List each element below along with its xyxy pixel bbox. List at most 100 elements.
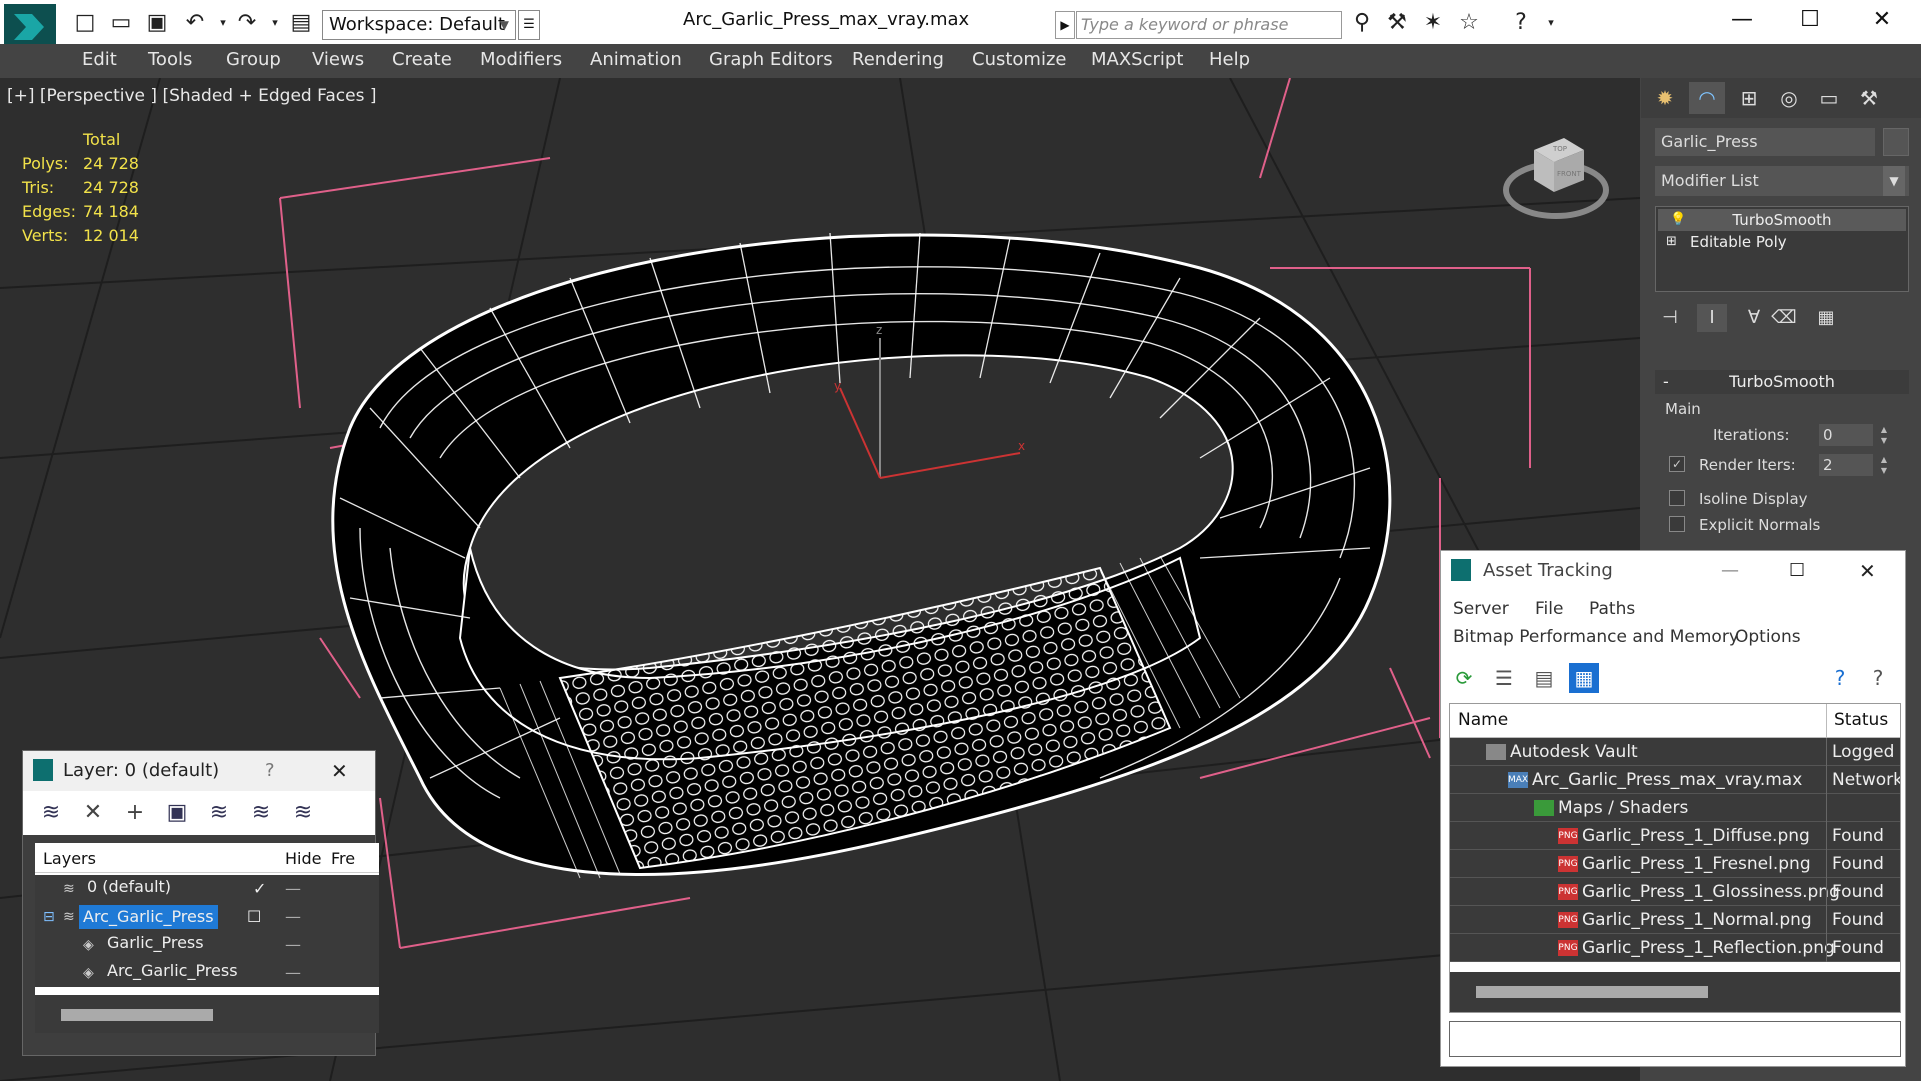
object-color-swatch[interactable] <box>1883 128 1909 156</box>
modifier-list-dropdown[interactable]: Modifier List ▼ <box>1655 166 1909 196</box>
modify-tab-icon[interactable]: ◠ <box>1689 82 1725 114</box>
menu-paths[interactable]: Paths <box>1589 599 1635 619</box>
configure-sets-icon[interactable]: ▦ <box>1811 304 1841 332</box>
list-view-icon[interactable]: ☰ <box>1489 663 1519 693</box>
highlight-layer-icon[interactable]: ≋ <box>205 799 233 827</box>
iterations-spinner[interactable]: ▲ ▼ <box>1877 424 1891 446</box>
column-freeze[interactable]: Fre <box>331 849 355 868</box>
column-hide[interactable]: Hide <box>285 849 321 868</box>
freeze-all-layers-icon[interactable]: ≋ <box>289 799 317 827</box>
render-iters-field[interactable]: 2 <box>1819 454 1873 476</box>
menu-file[interactable]: File <box>1535 599 1563 619</box>
lightbulb-icon[interactable]: 💡 <box>1670 209 1686 231</box>
scrollbar-thumb[interactable] <box>61 1009 213 1021</box>
column-name[interactable]: Name <box>1458 710 1508 730</box>
asset-row[interactable]: Autodesk Vault Logged Out <box>1450 738 1900 766</box>
layer-row[interactable]: ⊟ ≋ Arc_Garlic_Press ☐ — <box>35 903 379 931</box>
help-button[interactable]: ? <box>265 751 275 791</box>
iterations-field[interactable]: 0 <box>1819 424 1873 446</box>
column-status[interactable]: Status <box>1834 710 1888 730</box>
workspace-dropdown[interactable]: Workspace: Default ▼ <box>322 10 516 40</box>
set-current-layer-icon[interactable]: ☐ <box>247 903 261 931</box>
scrollbar-thumb[interactable] <box>1476 986 1708 998</box>
save-icon[interactable]: ▣ <box>144 10 170 36</box>
motion-tab-icon[interactable]: ◎ <box>1771 82 1807 114</box>
new-file-icon[interactable]: □ <box>72 10 98 36</box>
active-layer-check-icon[interactable]: ✓ <box>253 875 266 903</box>
hide-all-layers-icon[interactable]: ≋ <box>247 799 275 827</box>
hide-toggle[interactable]: — <box>285 875 301 903</box>
favorites-star-icon[interactable]: ☆ <box>1456 10 1482 36</box>
undo-dropdown-icon[interactable]: ▾ <box>210 10 236 36</box>
display-tab-icon[interactable]: ▭ <box>1811 82 1847 114</box>
hide-toggle[interactable]: — <box>285 931 301 959</box>
stack-item-turbosmooth[interactable]: 💡 TurboSmooth <box>1658 209 1906 231</box>
redo-icon[interactable]: ↷ <box>234 10 260 36</box>
expand-plus-icon[interactable]: ⊞ <box>1666 231 1677 253</box>
binoculars-icon[interactable]: ⚲ <box>1349 10 1375 36</box>
pin-stack-icon[interactable]: ⊣ <box>1655 304 1685 332</box>
collapse-minus-icon[interactable]: ⊟ <box>43 903 55 931</box>
object-name-field[interactable]: Garlic_Press <box>1655 128 1875 156</box>
help-icon[interactable]: ? <box>1508 10 1534 36</box>
table-view-icon[interactable]: ▦ <box>1569 663 1599 693</box>
layer-window-titlebar[interactable]: Layer: 0 (default) ? ✕ <box>23 751 375 791</box>
close-icon[interactable]: ✕ <box>331 751 348 791</box>
tools-icon[interactable]: ⚒ <box>1384 10 1410 36</box>
search-expand-icon[interactable]: ▶ <box>1055 11 1075 39</box>
asset-row[interactable]: Maps / Shaders <box>1450 794 1900 822</box>
settings-help-icon[interactable]: ? <box>1863 663 1893 693</box>
close-icon[interactable]: ✕ <box>1859 551 1876 591</box>
minimize-button[interactable]: — <box>1721 551 1739 591</box>
select-objects-icon[interactable]: ▣ <box>163 799 191 827</box>
vault-help-icon[interactable]: ? <box>1825 663 1855 693</box>
layer-row[interactable]: ◈ Garlic_Press — <box>35 931 379 959</box>
utilities-tab-icon[interactable]: ⚒ <box>1851 82 1887 114</box>
asset-row[interactable]: PNG Garlic_Press_1_Glossiness.png Found <box>1450 878 1900 906</box>
asset-row[interactable]: PNG Garlic_Press_1_Reflection.png Found <box>1450 934 1900 962</box>
layer-row[interactable]: ◈ Arc_Garlic_Press — <box>35 959 379 987</box>
asset-window-titlebar[interactable]: Asset Tracking — ☐ ✕ <box>1441 551 1905 591</box>
viewport-label-menu[interactable]: [+] [Perspective ] [Shaded + Edged Faces… <box>7 86 376 106</box>
maximize-button[interactable]: ☐ <box>1789 551 1805 591</box>
asset-row[interactable]: PNG Garlic_Press_1_Fresnel.png Found <box>1450 850 1900 878</box>
remove-modifier-icon[interactable]: ⌫ <box>1769 304 1799 332</box>
project-folder-icon[interactable]: ▤ <box>288 10 314 36</box>
menu-customize[interactable]: Customize <box>972 49 1066 70</box>
asset-path-field[interactable] <box>1449 1021 1901 1057</box>
asset-horizontal-scrollbar[interactable] <box>1450 972 1900 1012</box>
menu-group[interactable]: Group <box>226 49 281 70</box>
help-dropdown-icon[interactable]: ▾ <box>1538 10 1564 36</box>
column-separator[interactable] <box>1826 704 1827 738</box>
make-unique-icon[interactable]: ∀ <box>1739 304 1769 332</box>
stack-item-editable-poly[interactable]: ⊞ Editable Poly <box>1658 231 1906 253</box>
menu-tools[interactable]: Tools <box>148 49 192 70</box>
search-input[interactable]: Type a keyword or phrase <box>1076 11 1342 39</box>
menu-edit[interactable]: Edit <box>82 49 117 70</box>
layer-horizontal-scrollbar[interactable] <box>35 995 379 1033</box>
menu-create[interactable]: Create <box>392 49 452 70</box>
menu-rendering[interactable]: Rendering <box>852 49 944 70</box>
close-button[interactable]: ✕ <box>1852 2 1912 38</box>
rollout-header[interactable]: - TurboSmooth <box>1655 370 1909 394</box>
asset-row[interactable]: MAX Arc_Garlic_Press_max_vray.max Networ… <box>1450 766 1900 794</box>
menu-options[interactable]: Options <box>1735 627 1801 647</box>
layer-row[interactable]: ≋ 0 (default) ✓ — <box>35 875 379 903</box>
maximize-button[interactable]: ☐ <box>1780 2 1840 38</box>
new-layer-icon[interactable]: ≋ <box>37 799 65 827</box>
menu-views[interactable]: Views <box>312 49 364 70</box>
tree-view-icon[interactable]: ▤ <box>1529 663 1559 693</box>
menu-help[interactable]: Help <box>1209 49 1250 70</box>
hide-toggle[interactable]: — <box>285 903 301 931</box>
menu-maxscript[interactable]: MAXScript <box>1091 49 1183 70</box>
viewcube[interactable]: TOP FRONT <box>1498 120 1614 230</box>
refresh-icon[interactable]: ⟳ <box>1449 663 1479 693</box>
menu-modifiers[interactable]: Modifiers <box>480 49 562 70</box>
menu-bitmap-performance[interactable]: Bitmap Performance and Memory <box>1453 627 1739 647</box>
hide-toggle[interactable]: — <box>285 959 301 987</box>
create-tab-icon[interactable]: ✹ <box>1647 82 1683 114</box>
explicit-normals-checkbox[interactable] <box>1669 516 1685 532</box>
communication-icon[interactable]: ✶ <box>1420 10 1446 36</box>
undo-icon[interactable]: ↶ <box>182 10 208 36</box>
open-file-icon[interactable]: ▭ <box>108 10 134 36</box>
